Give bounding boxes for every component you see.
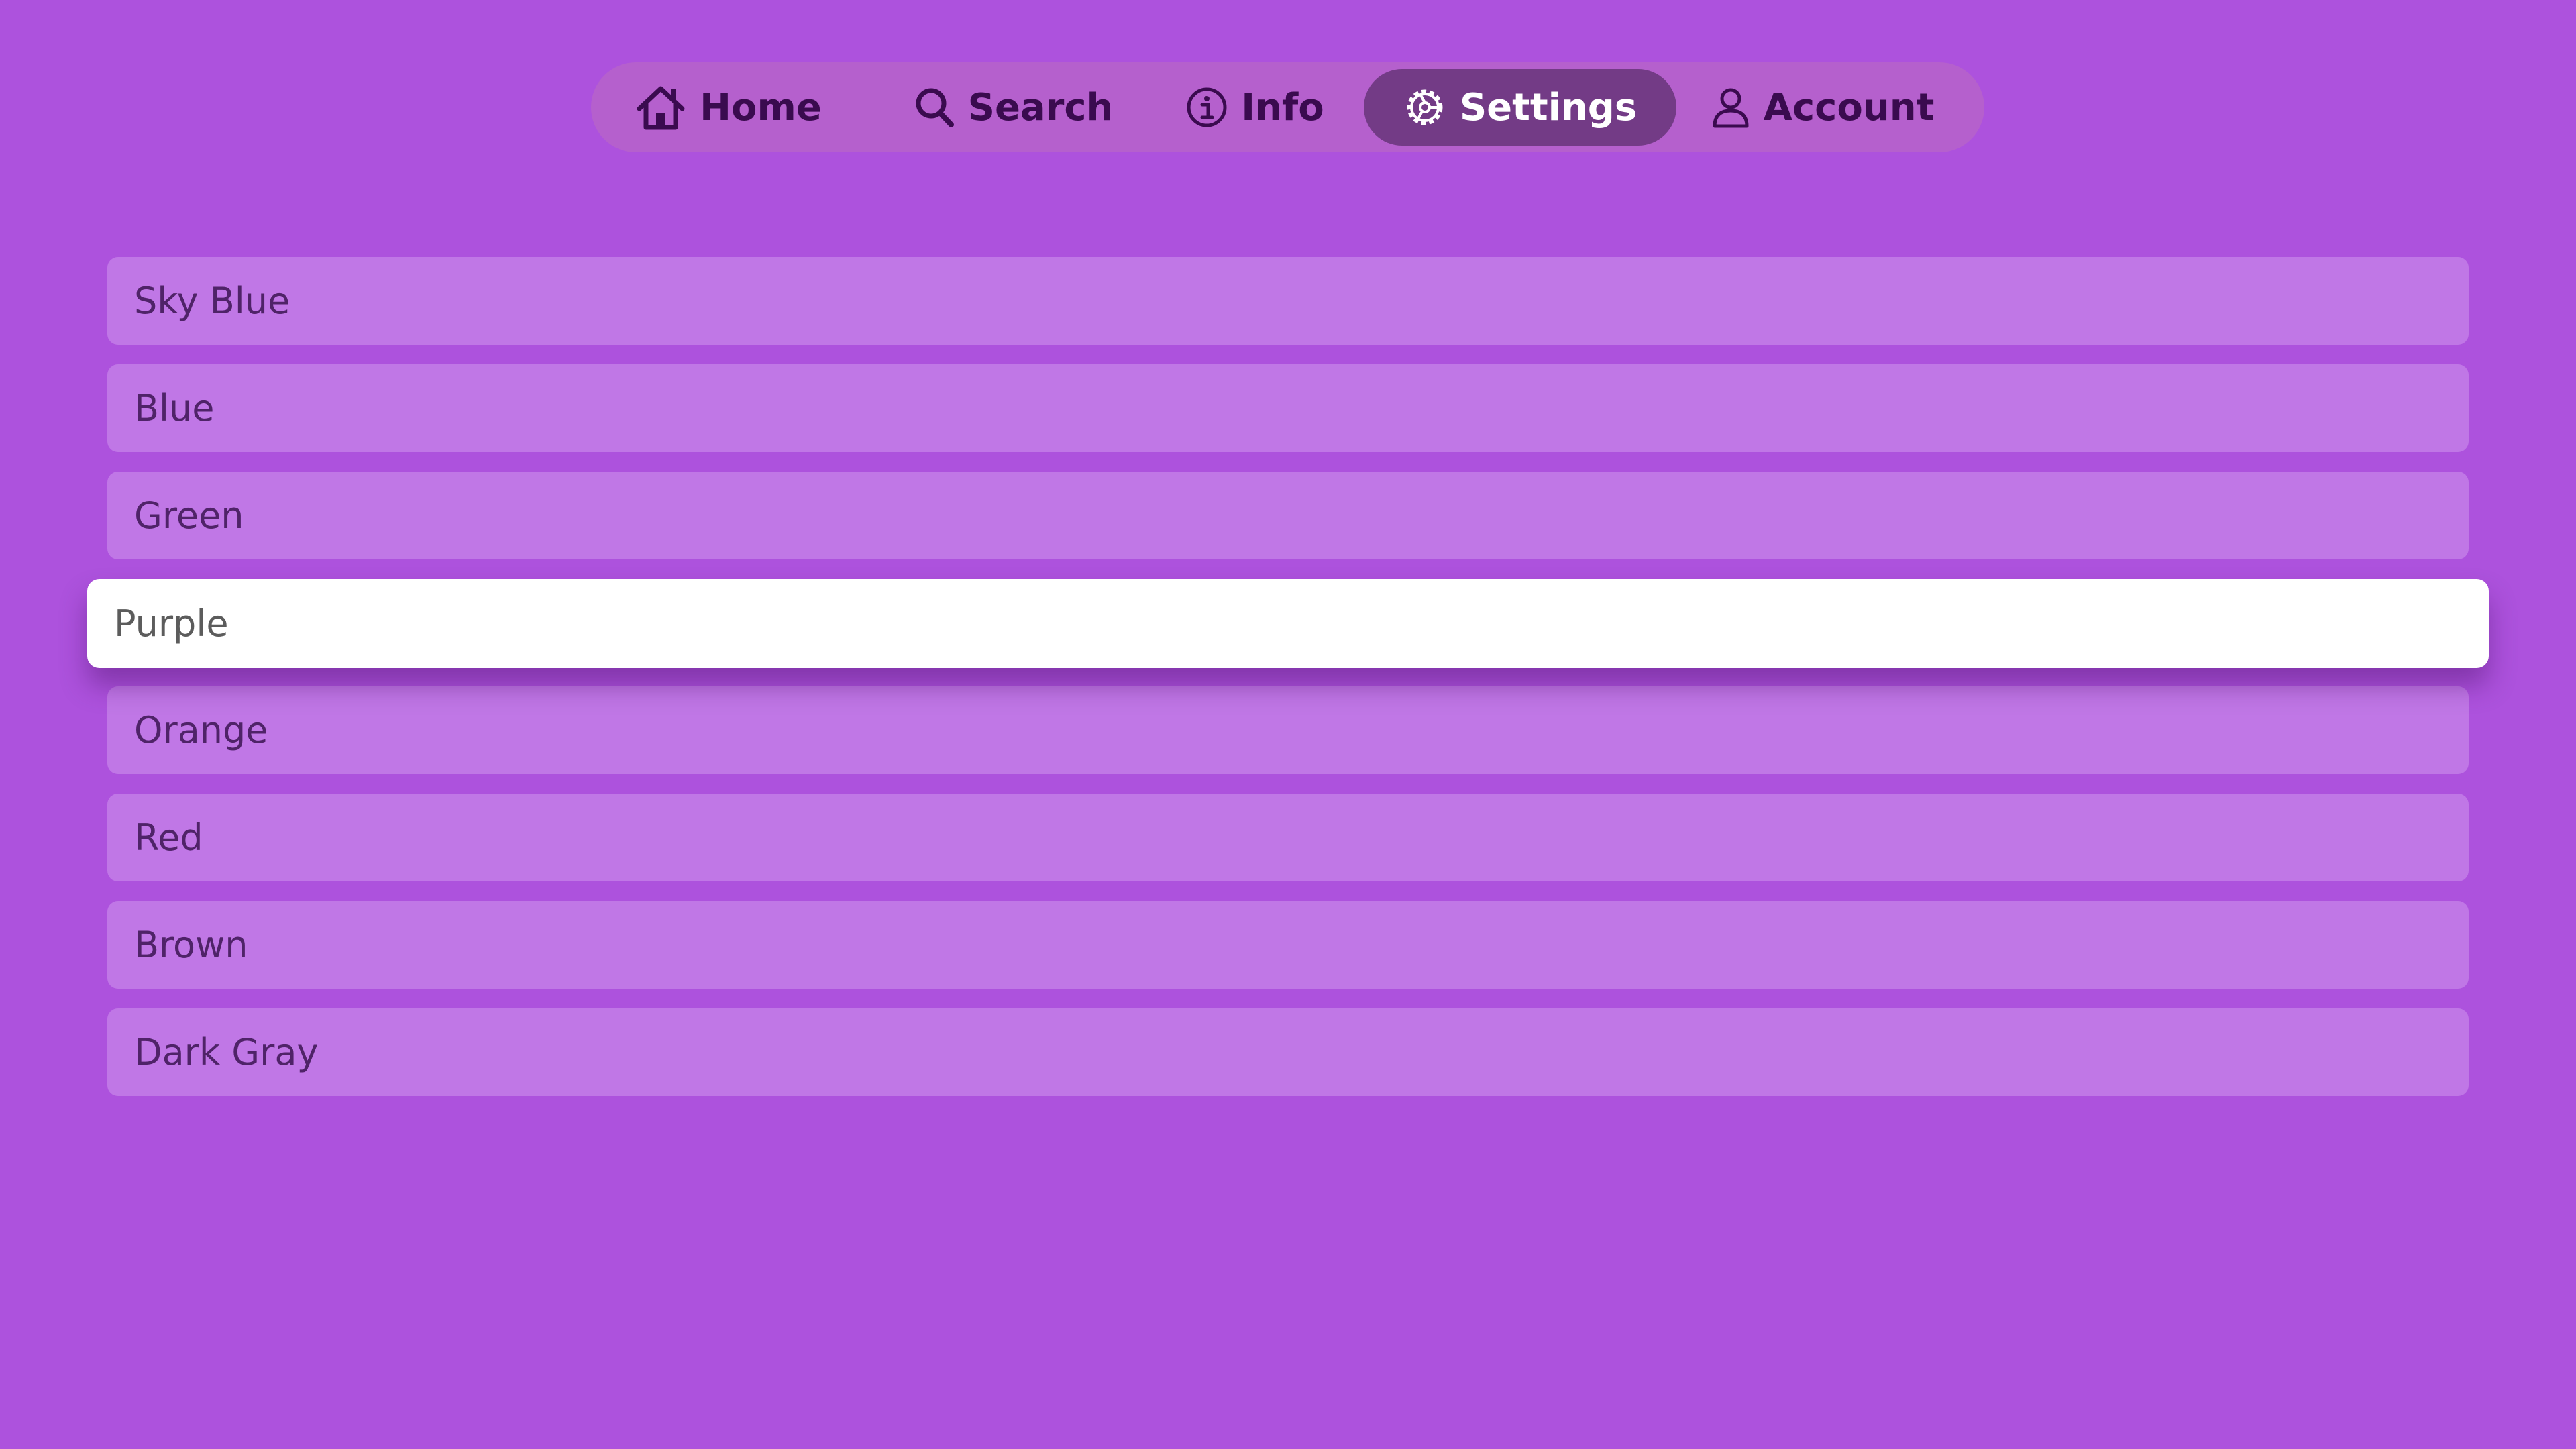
list-item[interactable]: Red	[107, 794, 2469, 881]
color-list: Sky Blue Blue Green Purple Orange Red Br…	[0, 0, 2576, 1449]
list-item-label: Green	[134, 494, 244, 537]
list-item-label: Blue	[134, 387, 215, 429]
list-item-label: Dark Gray	[134, 1031, 319, 1073]
list-item[interactable]: Sky Blue	[107, 257, 2469, 345]
list-item[interactable]: Dark Gray	[107, 1008, 2469, 1096]
list-item[interactable]: Brown	[107, 901, 2469, 989]
list-item-label: Brown	[134, 924, 248, 966]
list-item[interactable]: Green	[107, 472, 2469, 559]
list-item-label: Purple	[114, 602, 229, 645]
list-item[interactable]: Blue	[107, 364, 2469, 452]
list-item-label: Sky Blue	[134, 280, 290, 322]
list-item-label: Orange	[134, 709, 268, 751]
list-item-focused[interactable]: Purple	[87, 579, 2489, 668]
list-item-label: Red	[134, 816, 203, 859]
list-item[interactable]: Orange	[107, 686, 2469, 774]
